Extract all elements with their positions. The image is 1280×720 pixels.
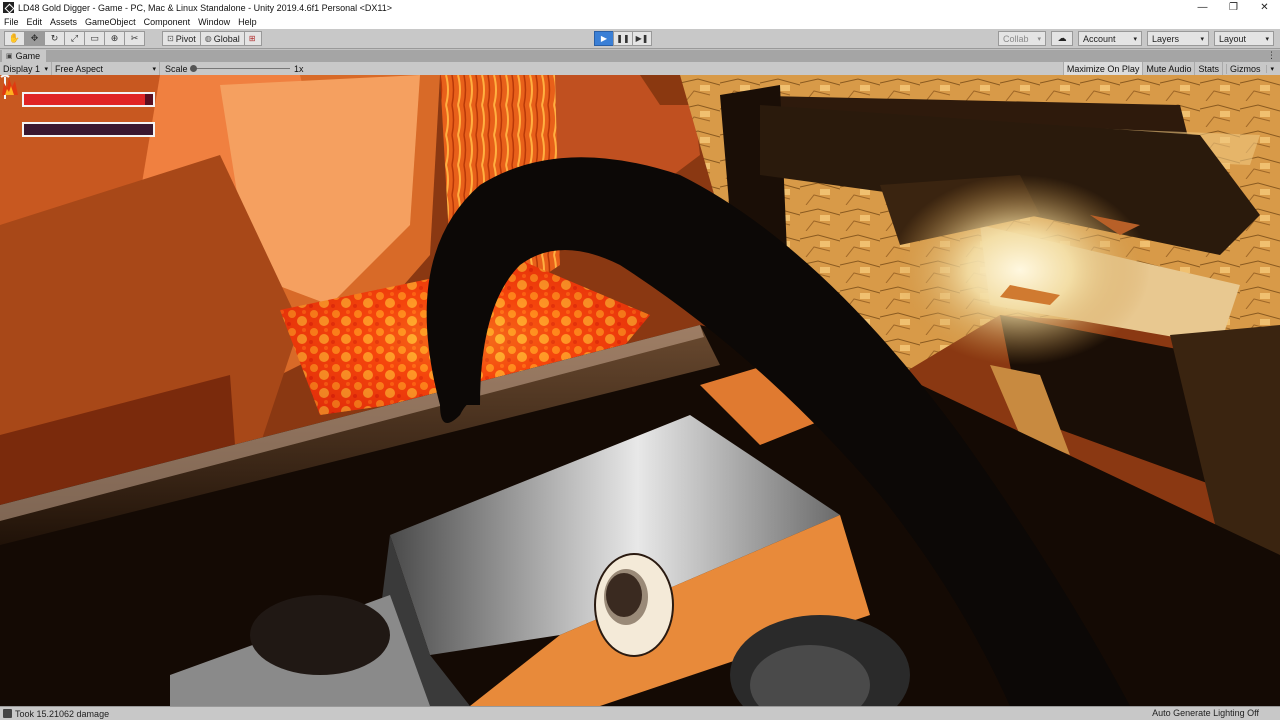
layers-label: Layers [1152,33,1180,44]
status-bar: Took 15.21062 damage Auto Generate Light… [0,706,1280,720]
aspect-dropdown[interactable]: Free Aspect ▾ [52,62,160,75]
transform-tool-icon[interactable]: ⊕ [104,31,125,46]
menu-window[interactable]: Window [198,17,230,27]
pivot-label: Pivot [175,33,196,44]
scale-slider-handle[interactable] [190,65,197,72]
transform-tools: ✋ ✥ ↻ ⤢ ▭ ⊕ ✂ [4,31,145,46]
collab-dropdown[interactable]: Collab ▾ [998,31,1046,46]
play-controls: ▶ ❚❚ ▶❚ [594,31,652,46]
chevron-down-icon: ▾ [1133,35,1137,43]
globe-icon: ◍ [204,34,212,43]
main-toolbar: ✋ ✥ ↻ ⤢ ▭ ⊕ ✂ ⊡ Pivot ◍ Global ⊞ ▶ ❚❚ ▶❚ C… [0,29,1280,49]
game-tab-bar: ▣ Game ⋮ [0,50,1280,62]
menu-file[interactable]: File [4,17,19,27]
step-button[interactable]: ▶❚ [632,31,652,46]
custom-tool-icon[interactable]: ✂ [124,31,145,46]
console-message[interactable]: Took 15.21062 damage [15,709,109,719]
global-label: Global [213,33,240,44]
tab-game[interactable]: ▣ Game [2,50,47,62]
display-dropdown[interactable]: Display 1 ▾ [0,62,52,75]
gizmos-dropdown[interactable]: Gizmos ▾ [1221,62,1280,75]
snap-button[interactable]: ⊞ [243,31,263,46]
account-label: Account [1083,33,1116,44]
rotate-tool-icon[interactable]: ↻ [44,31,65,46]
window-controls: — ❐ ✕ [1187,0,1280,15]
maximize-on-play-toggle[interactable]: Maximize On Play [1062,62,1143,75]
scale-tool-icon[interactable]: ⤢ [64,31,85,46]
chevron-down-icon: ▾ [152,65,156,73]
menu-gameobject[interactable]: GameObject [85,17,136,27]
unity-logo-icon [3,2,14,13]
toolbar-right: Collab ▾ ☁ Account ▾ Layers ▾ Layout ▾ [993,31,1274,46]
game-controller-icon: ▣ [6,53,13,60]
display-label: Display 1 [3,63,41,74]
health-bar [22,92,155,107]
window-title-bar: LD48 Gold Digger - Game - PC, Mac & Linu… [0,0,1280,15]
tab-game-label: Game [15,51,41,61]
stats-toggle[interactable]: Stats [1194,62,1222,75]
pivot-button[interactable]: ⊡ Pivot [162,31,201,46]
menu-component[interactable]: Component [144,17,191,27]
cloud-icon: ☁ [1057,33,1067,43]
hand-tool-icon[interactable]: ✋ [4,31,25,46]
game-view-toolbar: Display 1 ▾ Free Aspect ▾ Scale 1x Maximiz… [0,62,1280,75]
chevron-down-icon: ▾ [1266,64,1277,73]
scale-label: Scale [165,63,188,74]
window-title: LD48 Gold Digger - Game - PC, Mac & Linu… [18,2,393,13]
layers-dropdown[interactable]: Layers ▾ [1147,31,1209,46]
minimize-button[interactable]: — [1187,0,1218,15]
layout-dropdown[interactable]: Layout ▾ [1214,31,1274,46]
console-message-icon [3,709,12,718]
cloud-button[interactable]: ☁ [1051,31,1073,46]
aspect-label: Free Aspect [55,63,104,74]
heat-bar [22,122,155,137]
chevron-down-icon: ▾ [1037,35,1041,43]
pivot-icon: ⊡ [167,34,174,43]
scale-value: 1x [294,63,304,74]
close-button[interactable]: ✕ [1249,0,1280,15]
rect-tool-icon[interactable]: ▭ [84,31,105,46]
account-dropdown[interactable]: Account ▾ [1078,31,1142,46]
gizmos-label: Gizmos [1225,63,1264,74]
mute-audio-toggle[interactable]: Mute Audio [1142,62,1194,75]
menu-edit[interactable]: Edit [27,17,43,27]
pause-button[interactable]: ❚❚ [613,31,633,46]
tab-menu-icon[interactable]: ⋮ [1267,50,1276,61]
fire-icon [2,78,18,95]
game-scene-render [0,75,1280,706]
menu-assets[interactable]: Assets [50,17,77,27]
lighting-status[interactable]: Auto Generate Lighting Off [1152,708,1259,718]
menu-bar: File Edit Assets GameObject Component Wi… [0,15,1280,29]
chevron-down-icon: ▾ [1200,35,1204,43]
chevron-down-icon: ▾ [1265,35,1269,43]
game-viewport[interactable] [0,75,1280,706]
chevron-down-icon: ▾ [44,65,48,73]
pivot-toggles: ⊡ Pivot ◍ Global ⊞ [162,31,263,46]
scale-slider-track[interactable] [193,68,290,69]
health-bar-fill [24,94,146,105]
move-tool-icon[interactable]: ✥ [24,31,45,46]
global-button[interactable]: ◍ Global [199,31,245,46]
grid-snap-icon: ⊞ [248,34,256,43]
restore-button[interactable]: ❐ [1218,0,1249,15]
play-button[interactable]: ▶ [594,31,614,46]
collab-label: Collab [1003,33,1029,44]
layout-label: Layout [1219,33,1247,44]
game-view-options: Maximize On Play Mute Audio Stats Gizmos… [1062,62,1280,75]
menu-help[interactable]: Help [238,17,257,27]
